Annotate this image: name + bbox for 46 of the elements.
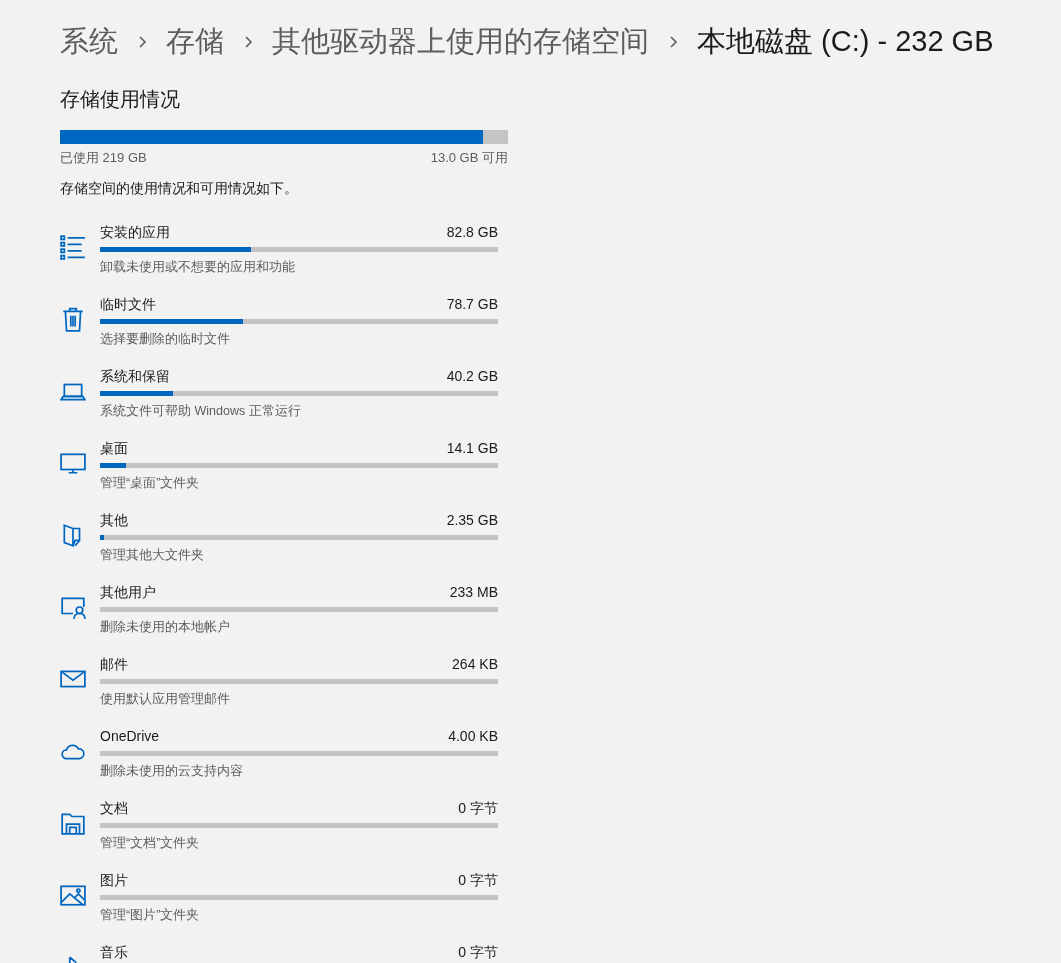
category-description: 管理“桌面”文件夹: [100, 475, 201, 491]
category-size: 14.1 GB: [446, 439, 498, 457]
category-name[interactable]: 安装的应用: [100, 223, 170, 241]
category-description: 删除未使用的云支持内容: [100, 763, 244, 779]
picture-icon: [60, 882, 86, 908]
category-size: 82.8 GB: [446, 223, 498, 241]
category-size: 0 字节: [458, 871, 498, 889]
category-name[interactable]: 图片: [100, 871, 128, 889]
category-name[interactable]: 临时文件: [100, 295, 156, 313]
category-name[interactable]: 文档: [100, 799, 128, 817]
section-heading: 存储使用情况: [60, 87, 181, 112]
trash-icon: [60, 306, 86, 332]
used-space-label: 已使用 219 GB: [60, 149, 147, 167]
category-description: 系统文件可帮助 Windows 正常运行: [100, 403, 302, 419]
category-name[interactable]: OneDrive: [100, 727, 160, 745]
category-description: 使用默认应用管理邮件: [100, 691, 231, 707]
breadcrumb-item[interactable]: 系统: [60, 22, 118, 62]
folder-icon: [60, 810, 86, 836]
category-size: 2.35 GB: [446, 511, 498, 529]
category-name[interactable]: 邮件: [100, 655, 128, 673]
category-size: 0 字节: [458, 943, 498, 961]
breadcrumb-item: 本地磁盘 (C:) - 232 GB: [697, 24, 994, 59]
breadcrumb-item[interactable]: 存储: [166, 22, 224, 62]
category-description: 管理“图片”文件夹: [100, 907, 201, 923]
category-name[interactable]: 音乐: [100, 943, 128, 961]
breadcrumb-item[interactable]: 其他驱动器上使用的存储空间: [272, 22, 649, 62]
category-description: 删除未使用的本地帐户: [100, 619, 231, 635]
category-size: 4.00 KB: [448, 727, 498, 745]
category-size: 78.7 GB: [446, 295, 498, 313]
user-screen-icon: [60, 594, 86, 620]
category-size: 233 MB: [449, 583, 498, 601]
list-icon: [60, 234, 86, 260]
category-size: 0 字节: [458, 799, 498, 817]
category-description: 管理其他大文件夹: [100, 547, 205, 563]
usage-description: 存储空间的使用情况和可用情况如下。: [60, 180, 299, 198]
category-name[interactable]: 其他: [100, 511, 128, 529]
category-size: 264 KB: [452, 655, 498, 673]
monitor-icon: [60, 450, 86, 476]
category-description: 选择要删除的临时文件: [100, 331, 231, 347]
category-description: 卸载未使用或不想要的应用和功能: [100, 259, 296, 275]
category-description: 管理“文档”文件夹: [100, 835, 201, 851]
category-size: 40.2 GB: [446, 367, 498, 385]
free-space-label: 13.0 GB 可用: [430, 149, 508, 167]
category-name[interactable]: 桌面: [100, 439, 128, 457]
category-name[interactable]: 其他用户: [100, 583, 156, 601]
category-name[interactable]: 系统和保留: [100, 367, 170, 385]
